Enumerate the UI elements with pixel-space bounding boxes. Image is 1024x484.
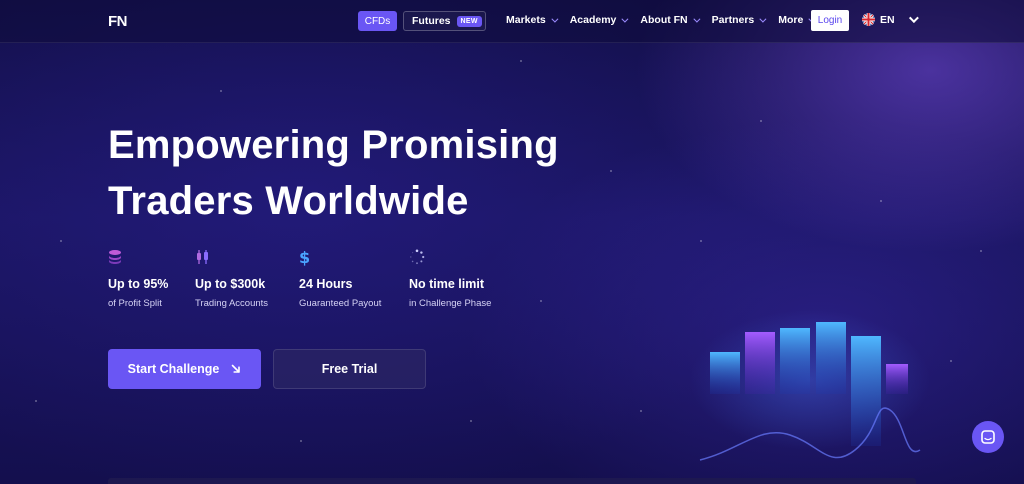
chat-support-button[interactable] [972,421,1004,453]
menu-label: Academy [569,14,617,26]
chevron-down-icon [551,15,559,23]
spinner-icon [409,247,491,267]
top-navbar: FN CFDs Futures NEW Markets Academy Abou… [0,0,1024,43]
chat-icon [981,430,995,444]
feature-time-limit: No time limit in Challenge Phase [409,247,491,309]
chevron-down-icon [908,13,919,24]
logo-text: FN [108,12,128,30]
new-badge: NEW [456,15,482,27]
menu-item-markets[interactable]: Markets [506,14,559,26]
chevron-down-icon [621,15,629,23]
chevron-down-icon [693,15,701,23]
candlestick-icon [195,247,268,267]
hero-bars-graphic [690,310,930,461]
hero-title-line-1: Empowering Promising [108,123,559,167]
futures-button[interactable]: Futures NEW [403,11,486,31]
feature-subtext: of Profit Split [108,298,162,309]
feature-value: No time limit [409,277,485,291]
feature-value: Up to $300k [195,277,266,291]
feature-trading-accounts: Up to $300k Trading Accounts [195,247,268,309]
start-challenge-label: Start Challenge [127,362,220,376]
free-trial-label: Free Trial [321,362,378,376]
menu-item-partners[interactable]: Partners [711,14,767,26]
menu-item-about[interactable]: About FN [640,14,701,26]
language-label: EN [880,13,895,26]
menu-item-more[interactable]: More [778,14,816,26]
hero-title-line-2: Traders Worldwide [108,179,469,223]
feature-payout: $ 24 Hours Guaranteed Payout [299,247,382,310]
login-button[interactable]: Login [811,10,849,31]
feature-profit-split: Up to 95% of Profit Split [108,247,168,309]
menu-label: About FN [640,14,688,26]
futures-label: Futures [412,15,451,27]
arrow-down-right-icon [232,364,241,373]
feature-subtext: in Challenge Phase [409,298,492,309]
menu-item-academy[interactable]: Academy [569,14,629,26]
next-section-edge [108,478,916,484]
main-menu: Markets Academy About FN Partners More [506,14,816,26]
dollar-icon: $ [299,247,311,267]
start-challenge-button[interactable]: Start Challenge [108,349,261,389]
uk-flag-icon [862,13,875,26]
language-selector[interactable]: EN [862,13,919,26]
free-trial-button[interactable]: Free Trial [273,349,426,389]
feature-value: 24 Hours [299,277,353,291]
coins-stack-icon [108,247,168,267]
menu-label: More [778,14,804,26]
cfds-button[interactable]: CFDs [358,11,397,31]
feature-value: Up to 95% [108,277,169,291]
hero-title: Empowering Promising Traders Worldwide [108,117,668,229]
menu-label: Partners [711,14,755,26]
chevron-down-icon [759,15,767,23]
feature-subtext: Guaranteed Payout [299,298,382,309]
menu-label: Markets [506,14,546,26]
feature-subtext: Trading Accounts [195,298,269,309]
fn-logo[interactable]: FN [108,12,128,30]
